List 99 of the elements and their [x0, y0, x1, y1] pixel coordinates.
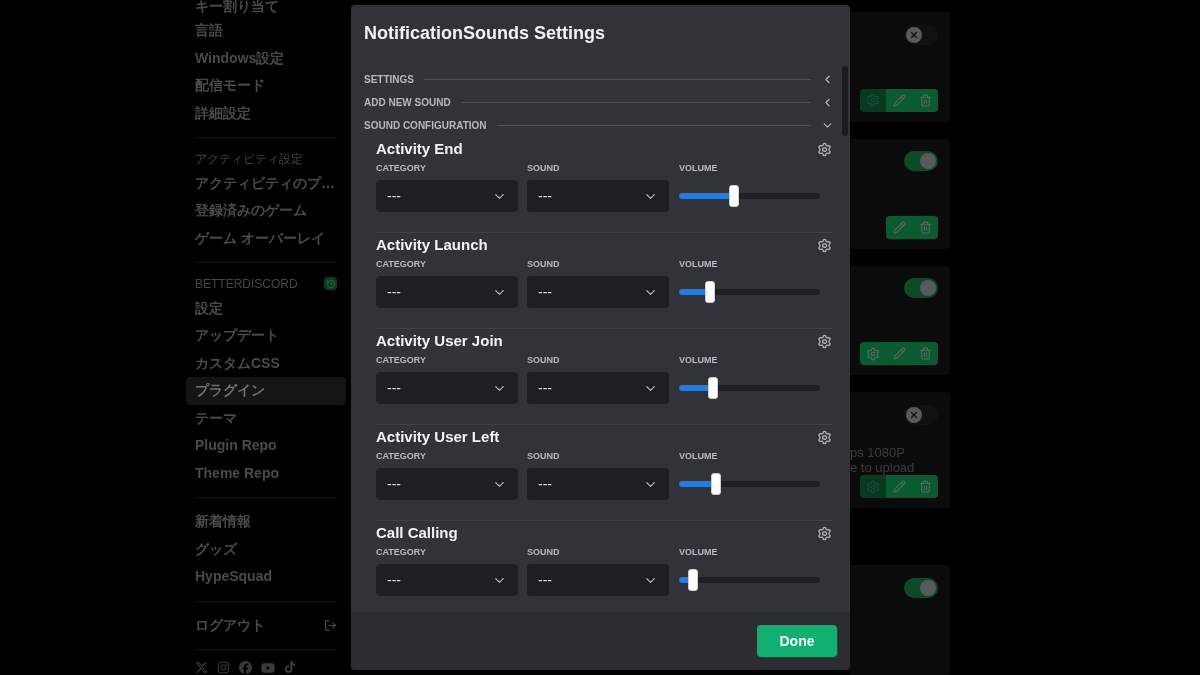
- sidebar-item[interactable]: 言語: [186, 17, 346, 45]
- dropdown[interactable]: ---: [527, 180, 669, 212]
- settings-icon[interactable]: [817, 333, 832, 349]
- sound-name: Activity Launch: [376, 234, 488, 255]
- sidebar-item[interactable]: Windows設定: [186, 44, 346, 72]
- section-toggle[interactable]: ADD NEW SOUND: [364, 91, 834, 114]
- field-label: VOLUME: [679, 162, 719, 172]
- dropdown[interactable]: ---: [376, 564, 518, 596]
- field-label: CATEGORY: [376, 258, 427, 268]
- field-label: VOLUME: [679, 546, 719, 556]
- sidebar-item[interactable]: ゲーム オーバーレイ: [186, 224, 346, 253]
- sidebar-item[interactable]: 配信モード: [186, 72, 346, 100]
- sound-name: Activity End: [376, 138, 463, 159]
- logout-icon[interactable]: [324, 618, 337, 632]
- facebook-icon[interactable]: [239, 661, 252, 675]
- field-label: VOLUME: [679, 450, 719, 460]
- field-label: CATEGORY: [376, 354, 427, 364]
- trash-icon: [918, 220, 932, 234]
- sidebar-item[interactable]: アップデート: [186, 322, 346, 350]
- edit-button[interactable]: [886, 215, 912, 239]
- volume-slider[interactable]: [679, 377, 820, 399]
- section-header: BETTERDISCORD: [195, 275, 298, 293]
- section-toggle[interactable]: SETTINGS: [364, 68, 834, 91]
- sidebar-item[interactable]: アクティビティのプ…: [186, 169, 346, 198]
- volume-slider[interactable]: [679, 473, 820, 495]
- field-label: SOUND: [527, 450, 561, 460]
- toggle-switch[interactable]: [904, 151, 938, 172]
- sidebar-item[interactable]: HypeSquad: [186, 563, 346, 591]
- trash-icon: [918, 347, 932, 361]
- toggle-switch[interactable]: [904, 404, 938, 425]
- sidebar-item[interactable]: プラグイン: [186, 377, 346, 405]
- sidebar-item[interactable]: 詳細設定: [186, 99, 346, 127]
- dropdown[interactable]: ---: [527, 372, 669, 404]
- edit-button[interactable]: [886, 88, 912, 112]
- field-label: CATEGORY: [376, 546, 427, 556]
- delete-button[interactable]: [912, 475, 938, 499]
- toggle-knob: [920, 153, 936, 170]
- dropdown[interactable]: ---: [376, 276, 518, 308]
- close-icon: [906, 26, 922, 43]
- pencil-icon: [892, 93, 906, 107]
- toggle-switch[interactable]: [904, 577, 938, 598]
- toggle-knob: [920, 280, 936, 296]
- toggle-switch[interactable]: [904, 278, 938, 298]
- pencil-icon: [892, 480, 906, 494]
- field-label: SOUND: [527, 354, 561, 364]
- settings-icon: [866, 346, 880, 361]
- pencil-icon: [892, 220, 906, 234]
- sidebar-item[interactable]: グッズ: [186, 535, 346, 564]
- sidebar-item[interactable]: 新着情報: [186, 508, 346, 536]
- field-label: CATEGORY: [376, 162, 427, 172]
- field-label: VOLUME: [679, 354, 719, 364]
- trash-icon: [918, 480, 932, 494]
- sidebar-item[interactable]: カスタムCSS: [186, 349, 346, 378]
- dropdown[interactable]: ---: [376, 372, 518, 404]
- volume-slider[interactable]: [679, 281, 820, 303]
- delete-button[interactable]: [912, 342, 938, 366]
- edit-button[interactable]: [886, 475, 912, 499]
- section-toggle[interactable]: SOUND CONFIGURATION: [364, 114, 834, 137]
- settings-icon[interactable]: [817, 141, 832, 157]
- dropdown[interactable]: ---: [376, 180, 518, 212]
- dropdown[interactable]: ---: [376, 468, 518, 500]
- tiktok-icon[interactable]: [284, 661, 296, 674]
- settings-button[interactable]: [860, 342, 886, 366]
- x-icon[interactable]: [195, 661, 208, 675]
- dropdown[interactable]: ---: [527, 564, 669, 596]
- settings-icon[interactable]: [817, 237, 832, 253]
- field-label: SOUND: [527, 162, 561, 172]
- trash-icon: [918, 93, 932, 107]
- delete-button[interactable]: [912, 215, 938, 239]
- history-icon[interactable]: [324, 277, 337, 291]
- done-button[interactable]: Done: [757, 625, 837, 657]
- toggle-switch[interactable]: [904, 24, 938, 45]
- modal-title: NotificationSounds Settings: [364, 22, 606, 45]
- settings-icon[interactable]: [817, 525, 832, 541]
- field-label: CATEGORY: [376, 450, 427, 460]
- settings-icon[interactable]: [817, 429, 832, 445]
- volume-slider[interactable]: [679, 569, 820, 591]
- dropdown[interactable]: ---: [527, 276, 669, 308]
- sound-name: Call Calling: [376, 522, 458, 543]
- sidebar-item[interactable]: テーマ: [186, 404, 346, 433]
- scrollbar[interactable]: [842, 66, 848, 136]
- delete-button[interactable]: [912, 88, 938, 112]
- toggle-knob: [920, 579, 936, 596]
- volume-slider[interactable]: [679, 185, 820, 207]
- sidebar-item[interactable]: Plugin Repo: [186, 432, 346, 460]
- pencil-icon: [892, 347, 906, 361]
- field-label: VOLUME: [679, 258, 719, 268]
- logout-item[interactable]: ログアウト: [195, 614, 265, 636]
- sidebar-item[interactable]: 設定: [186, 294, 346, 323]
- sidebar-item[interactable]: 登録済みのゲーム: [186, 197, 346, 225]
- youtube-icon[interactable]: [261, 661, 275, 675]
- field-label: SOUND: [527, 258, 561, 268]
- section-header: アクティビティ設定: [195, 150, 303, 168]
- close-icon: [906, 406, 922, 423]
- field-label: SOUND: [527, 546, 561, 556]
- sound-name: Activity User Join: [376, 330, 503, 351]
- sound-name: Activity User Left: [376, 426, 500, 447]
- dropdown[interactable]: ---: [527, 468, 669, 500]
- sidebar-item[interactable]: Theme Repo: [186, 459, 346, 488]
